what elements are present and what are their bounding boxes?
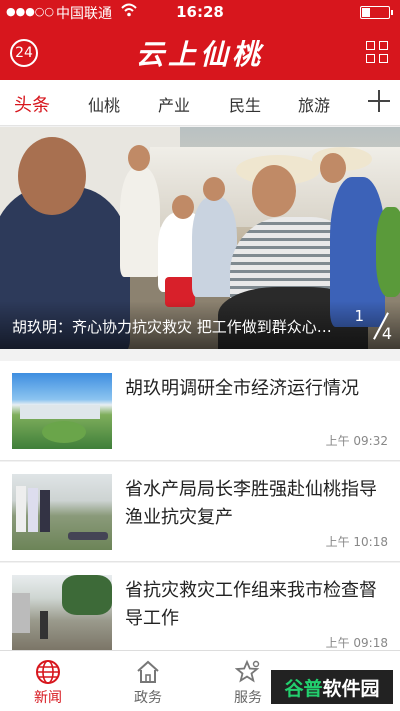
nav-government-label: 政务 <box>134 690 162 706</box>
star-icon <box>234 659 261 685</box>
hero-banner[interactable]: 胡玖明：齐心协力抗灾救灾 把工作做到群众心坎上 1 4 <box>0 127 400 349</box>
news-time: 上午 09:32 <box>325 434 388 448</box>
app-screen: ●●●○○ 中国联通 16:28 24 云上仙桃 头条 仙桃 产业 民生 旅游 <box>0 0 400 711</box>
watermark-logo: 谷普 软件园 <box>271 670 393 704</box>
globe-icon <box>35 659 61 685</box>
tab-toutiao[interactable]: 头条 <box>14 91 50 117</box>
grid-menu-icon[interactable] <box>366 41 390 65</box>
battery-icon <box>360 6 393 19</box>
hero-caption: 胡玖明：齐心协力抗灾救灾 把工作做到群众心坎上 <box>12 318 342 336</box>
tab-travel[interactable]: 旅游 <box>298 92 330 116</box>
tab-industry[interactable]: 产业 <box>158 92 190 116</box>
home-icon <box>135 659 161 685</box>
news-title: 省水产局局长李胜强赴仙桃指导渔业抗灾复产 <box>125 479 377 528</box>
news-title: 省抗灾救灾工作组来我市检查督导工作 <box>125 580 377 629</box>
news-thumbnail <box>12 373 112 449</box>
tab-livelihood[interactable]: 民生 <box>229 92 261 116</box>
nav-government[interactable]: 政务 <box>108 659 188 707</box>
nav-news[interactable]: 新闻 <box>8 659 88 707</box>
nav-services-label: 服务 <box>234 690 262 706</box>
app-logo: 云上仙桃 <box>135 38 264 71</box>
nav-news-label: 新闻 <box>34 690 62 706</box>
news-time: 上午 09:18 <box>325 636 388 650</box>
news-thumbnail <box>12 474 112 550</box>
status-bar: ●●●○○ 中国联通 16:28 <box>0 0 400 24</box>
news-thumbnail <box>12 575 112 651</box>
news-item[interactable]: 省抗灾救灾工作组来我市检查督导工作 上午 09:18 <box>0 563 400 663</box>
clock: 16:28 <box>176 3 224 21</box>
news-title: 胡玖明调研全市经济运行情况 <box>125 378 359 399</box>
news-item[interactable]: 省水产局局长李胜强赴仙桃指导渔业抗灾复产 上午 10:18 <box>0 462 400 562</box>
news-item[interactable]: 胡玖明调研全市经济运行情况 上午 09:32 <box>0 361 400 461</box>
channel-tabs: 头条 仙桃 产业 民生 旅游 <box>0 80 400 126</box>
add-channel-icon[interactable] <box>366 88 392 114</box>
tab-xiantao[interactable]: 仙桃 <box>88 92 120 116</box>
app-header: 24 云上仙桃 <box>0 24 400 80</box>
news-time: 上午 10:18 <box>325 535 388 549</box>
